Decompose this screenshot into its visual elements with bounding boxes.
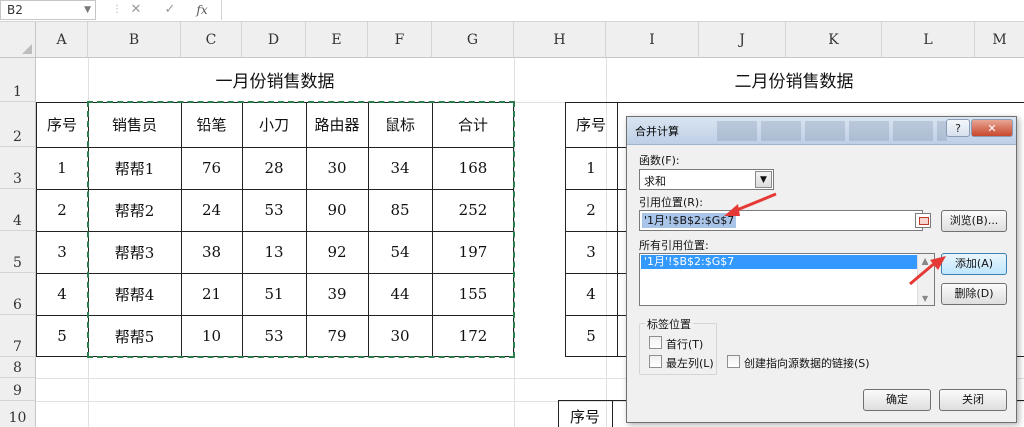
column-header[interactable]: H bbox=[514, 22, 606, 58]
label-position-title: 标签位置 bbox=[645, 316, 693, 332]
row-header[interactable]: 4 bbox=[0, 189, 36, 231]
table-cell[interactable]: 1 bbox=[36, 147, 88, 189]
table-title-february: 二月份销售数据 bbox=[734, 72, 854, 92]
table-cell[interactable]: 4 bbox=[565, 273, 617, 315]
table-cell[interactable]: 2 bbox=[565, 189, 617, 231]
row-header[interactable]: 8 bbox=[0, 357, 36, 378]
table-title-january: 一月份销售数据 bbox=[215, 72, 335, 92]
header-cell[interactable]: 序号 bbox=[565, 102, 617, 147]
function-label: 函数(F): bbox=[639, 154, 680, 167]
column-header[interactable]: G bbox=[432, 22, 514, 58]
first-row-label: 首行(T) bbox=[666, 338, 704, 351]
list-item[interactable]: '1月'!$B$2:$G$7 bbox=[641, 255, 917, 269]
formula-input[interactable] bbox=[221, 0, 1024, 20]
ok-button[interactable]: 确定 bbox=[863, 389, 931, 411]
formula-bar: B2 ▼ ⋮ ✕ ✓ fx bbox=[0, 0, 1024, 22]
column-header[interactable]: F bbox=[368, 22, 432, 58]
copy-marquee bbox=[87, 101, 515, 358]
column-header[interactable]: E bbox=[306, 22, 368, 58]
table-line bbox=[612, 400, 613, 427]
row-header[interactable]: 3 bbox=[0, 147, 36, 189]
scroll-down-icon[interactable]: ▼ bbox=[922, 294, 928, 303]
table-line bbox=[617, 102, 618, 357]
row-header[interactable]: 2 bbox=[0, 102, 36, 147]
excel-window: B2 ▼ ⋮ ✕ ✓ fx A B C D E F G H I J K L M … bbox=[0, 0, 1024, 427]
row-header[interactable]: 10 bbox=[0, 401, 36, 427]
close-icon[interactable]: ✕ bbox=[971, 119, 1013, 137]
column-header[interactable]: I bbox=[606, 22, 699, 58]
reference-label: 引用位置(R): bbox=[639, 196, 703, 209]
cancel-icon[interactable]: ✕ bbox=[126, 0, 146, 20]
title-bar-background bbox=[717, 121, 947, 141]
link-source-checkbox[interactable] bbox=[727, 355, 740, 368]
reference-input[interactable]: '1月'!$B$2:$G$7 bbox=[639, 210, 923, 231]
left-column-checkbox[interactable] bbox=[649, 355, 662, 368]
header-cell[interactable]: 序号 bbox=[36, 102, 88, 147]
delete-button[interactable]: 删除(D) bbox=[941, 283, 1007, 305]
table-cell[interactable]: 4 bbox=[36, 273, 88, 315]
select-all-corner[interactable] bbox=[0, 22, 36, 58]
column-header[interactable]: L bbox=[882, 22, 975, 58]
table-cell[interactable]: 5 bbox=[565, 315, 617, 357]
link-source-label: 创建指向源数据的链接(S) bbox=[744, 357, 870, 370]
insert-function-icon[interactable]: fx bbox=[192, 0, 212, 20]
name-box-value: B2 bbox=[7, 3, 23, 17]
chevron-down-icon[interactable]: ▼ bbox=[755, 171, 772, 188]
row-header[interactable]: 1 bbox=[0, 58, 36, 102]
table-cell[interactable]: 1 bbox=[565, 147, 617, 189]
column-header[interactable]: A bbox=[36, 22, 88, 58]
column-header[interactable]: M bbox=[975, 22, 1024, 58]
column-header[interactable]: D bbox=[242, 22, 306, 58]
first-row-checkbox[interactable] bbox=[649, 336, 662, 349]
consolidate-dialog: 合并计算 ? ✕ 函数(F): 求和 ▼ 引用位置(R): '1月'!$B$2:… bbox=[626, 116, 1017, 423]
scroll-up-icon[interactable]: ▲ bbox=[922, 256, 928, 265]
table-cell[interactable]: 3 bbox=[565, 231, 617, 273]
function-dropdown[interactable]: 求和 ▼ bbox=[639, 169, 774, 190]
function-value: 求和 bbox=[644, 175, 666, 188]
reference-value: '1月'!$B$2:$G$7 bbox=[642, 213, 737, 228]
table-cell[interactable]: 2 bbox=[36, 189, 88, 231]
help-button[interactable]: ? bbox=[946, 119, 970, 137]
table-cell[interactable]: 5 bbox=[36, 315, 88, 357]
enter-icon[interactable]: ✓ bbox=[160, 0, 180, 20]
all-references-label: 所有引用位置: bbox=[639, 239, 709, 252]
row-header[interactable]: 7 bbox=[0, 315, 36, 357]
dialog-title: 合并计算 bbox=[635, 125, 679, 138]
all-references-list[interactable]: '1月'!$B$2:$G$7 ▲ ▼ bbox=[639, 253, 935, 306]
name-box[interactable]: B2 ▼ bbox=[0, 0, 96, 20]
row-header[interactable]: 9 bbox=[0, 378, 36, 401]
column-header[interactable]: J bbox=[699, 22, 786, 58]
dialog-title-bar[interactable]: 合并计算 ? ✕ bbox=[627, 117, 1016, 145]
row-header[interactable]: 6 bbox=[0, 273, 36, 315]
add-button[interactable]: 添加(A) bbox=[941, 253, 1007, 275]
close-button[interactable]: 关闭 bbox=[939, 389, 1007, 411]
collapse-dialog-icon[interactable] bbox=[915, 213, 931, 228]
column-header[interactable]: B bbox=[88, 22, 181, 58]
table-cell[interactable]: 3 bbox=[36, 231, 88, 273]
column-header[interactable]: K bbox=[786, 22, 882, 58]
left-column-label: 最左列(L) bbox=[666, 357, 714, 370]
row-header[interactable]: 5 bbox=[0, 231, 36, 273]
drag-handle-icon[interactable]: ⋮ bbox=[112, 4, 122, 16]
chevron-down-icon[interactable]: ▼ bbox=[84, 1, 91, 19]
column-header[interactable]: C bbox=[181, 22, 242, 58]
header-cell[interactable]: 序号 bbox=[558, 404, 612, 427]
browse-button[interactable]: 浏览(B)... bbox=[941, 210, 1007, 232]
list-scrollbar[interactable]: ▲ ▼ bbox=[917, 254, 934, 305]
